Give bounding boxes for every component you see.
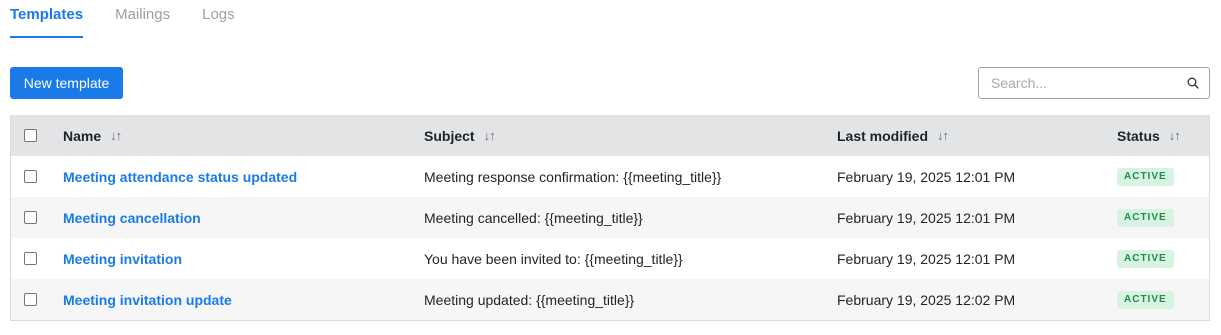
status-badge: ACTIVE	[1117, 167, 1174, 186]
row-checkbox[interactable]	[24, 252, 37, 265]
template-subject: Meeting updated: {{meeting_title}}	[424, 291, 635, 308]
table-row: Meeting cancellation Meeting cancelled: …	[11, 197, 1209, 238]
tab-bar: Templates Mailings Logs	[10, 0, 235, 38]
table-row: Meeting attendance status updated Meetin…	[11, 156, 1209, 197]
status-badge: ACTIVE	[1117, 249, 1174, 268]
sort-icon[interactable]: ↓↑	[937, 128, 949, 143]
template-last-modified: February 19, 2025 12:01 PM	[837, 250, 1016, 267]
template-subject: Meeting cancelled: {{meeting_title}}	[424, 209, 643, 226]
row-checkbox[interactable]	[24, 170, 37, 183]
template-last-modified: February 19, 2025 12:01 PM	[837, 209, 1016, 226]
template-name-link[interactable]: Meeting cancellation	[63, 210, 201, 226]
sort-icon[interactable]: ↓↑	[1169, 128, 1181, 143]
column-header-status[interactable]: Status ↓↑	[1117, 115, 1181, 156]
new-template-button[interactable]: New template	[10, 67, 123, 99]
table-row: Meeting invitation update Meeting update…	[11, 279, 1209, 320]
tab-mailings[interactable]: Mailings	[115, 0, 170, 34]
template-name-link[interactable]: Meeting attendance status updated	[63, 169, 297, 185]
select-all-checkbox[interactable]	[24, 129, 37, 142]
column-header-subject[interactable]: Subject ↓↑	[424, 115, 496, 156]
sort-icon[interactable]: ↓↑	[110, 128, 122, 143]
column-header-last-modified[interactable]: Last modified ↓↑	[837, 115, 949, 156]
row-checkbox[interactable]	[24, 293, 37, 306]
column-header-name[interactable]: Name ↓↑	[63, 115, 122, 156]
template-subject: You have been invited to: {{meeting_titl…	[424, 250, 683, 267]
template-name-link[interactable]: Meeting invitation update	[63, 292, 232, 308]
template-name-link[interactable]: Meeting invitation	[63, 251, 182, 267]
tab-logs[interactable]: Logs	[202, 0, 235, 34]
sort-icon[interactable]: ↓↑	[484, 128, 496, 143]
row-checkbox[interactable]	[24, 211, 37, 224]
templates-page: Templates Mailings Logs New template Nam…	[0, 0, 1221, 335]
table-row: Meeting invitation You have been invited…	[11, 238, 1209, 279]
templates-table: Name ↓↑ Subject ↓↑ Last modified ↓↑ Status ↓…	[10, 115, 1210, 321]
search-box	[978, 67, 1210, 99]
table-header-row: Name ↓↑ Subject ↓↑ Last modified ↓↑ Status ↓…	[11, 115, 1209, 156]
search-icon[interactable]	[1187, 77, 1199, 89]
template-last-modified: February 19, 2025 12:02 PM	[837, 291, 1016, 308]
status-badge: ACTIVE	[1117, 290, 1174, 309]
search-input[interactable]	[979, 68, 1191, 98]
template-last-modified: February 19, 2025 12:01 PM	[837, 168, 1016, 185]
tab-templates[interactable]: Templates	[10, 0, 84, 38]
template-subject: Meeting response confirmation: {{meeting…	[424, 168, 722, 185]
status-badge: ACTIVE	[1117, 208, 1174, 227]
